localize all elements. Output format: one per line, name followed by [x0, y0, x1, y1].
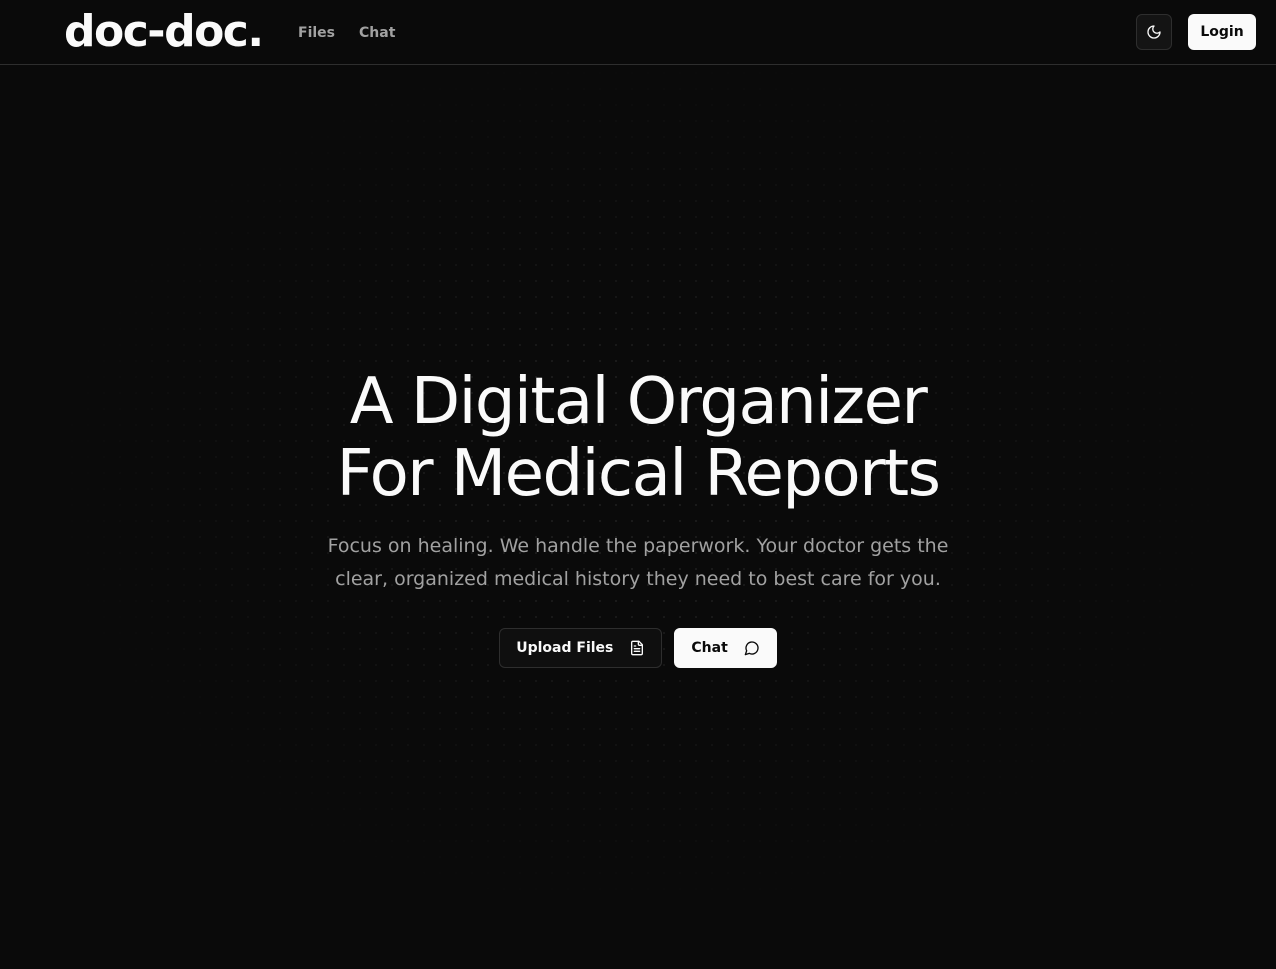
logo[interactable]: doc-doc.: [64, 6, 264, 58]
main-nav: Files Chat: [298, 24, 395, 42]
file-text-icon: [629, 640, 645, 656]
login-button[interactable]: Login: [1188, 14, 1256, 50]
upload-files-button[interactable]: Upload Files: [499, 628, 663, 668]
hero-section: A Digital Organizer For Medical Reports …: [0, 366, 1276, 668]
top-nav-bar: doc-doc. Files Chat Login: [0, 0, 1276, 65]
hero-subtitle: Focus on healing. We handle the paperwor…: [327, 535, 949, 590]
moon-icon: [1146, 24, 1162, 40]
nav-link-files[interactable]: Files: [298, 24, 335, 42]
hero-title: A Digital Organizer For Medical Reports: [0, 366, 1276, 510]
hero-title-line-1: A Digital Organizer: [349, 365, 928, 439]
theme-toggle-button[interactable]: [1136, 14, 1172, 50]
hero-title-line-2: For Medical Reports: [336, 437, 941, 511]
chat-button[interactable]: Chat: [674, 628, 777, 668]
upload-files-label: Upload Files: [516, 640, 614, 656]
nav-link-chat[interactable]: Chat: [359, 24, 395, 42]
page: doc-doc. Files Chat Login A Digital Orga…: [0, 0, 1276, 969]
chat-button-label: Chat: [691, 640, 728, 656]
message-circle-icon: [744, 640, 760, 656]
hero-actions: Upload Files Chat: [0, 628, 1276, 668]
